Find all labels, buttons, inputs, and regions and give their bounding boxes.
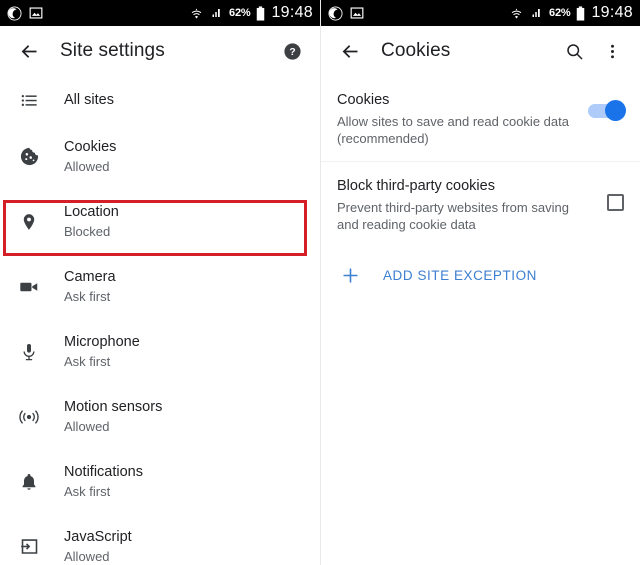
site-settings-appbar: Site settings ?: [0, 26, 320, 76]
block-third-party-heading: Block third-party cookies: [337, 178, 495, 194]
clock-label: 19:48: [591, 4, 633, 21]
row-label: Notifications: [64, 463, 143, 480]
svg-text:?: ?: [289, 47, 295, 58]
block-third-party-text: Block third-party cookies Prevent third-…: [337, 176, 607, 233]
page-title: Site settings: [60, 40, 165, 61]
sidebar-item-location[interactable]: Location Blocked: [0, 189, 320, 254]
page-title: Cookies: [381, 40, 451, 61]
screenshot-icon: [29, 7, 43, 19]
row-label: Microphone: [64, 333, 140, 350]
row-label: All sites: [64, 91, 114, 108]
location-pin-icon: [14, 212, 44, 232]
overflow-menu-button[interactable]: [596, 35, 628, 67]
camera-icon: [14, 276, 44, 298]
help-icon: ?: [283, 42, 301, 60]
dual-screenshot-container: 62% 19:48 Site settings ? All sites Cook…: [0, 0, 640, 565]
search-button[interactable]: [558, 35, 590, 67]
row-text: Location Blocked: [64, 203, 119, 241]
add-site-exception-label: ADD SITE EXCEPTION: [383, 267, 537, 283]
row-status: Ask first: [64, 288, 111, 304]
sidebar-item-microphone[interactable]: Microphone Ask first: [0, 319, 320, 384]
cookies-toggle-section[interactable]: Cookies Allow sites to save and read coo…: [321, 76, 640, 161]
cell-signal-icon: [212, 9, 220, 17]
cookies-settings-screen: 62% 19:48 Cookies Cookies Allow sites to…: [320, 0, 640, 565]
sidebar-item-motion-sensors[interactable]: Motion sensors Allowed: [0, 384, 320, 449]
battery-icon: [257, 5, 265, 21]
more-vertical-icon: [610, 44, 614, 58]
row-text: Microphone Ask first: [64, 333, 140, 371]
sidebar-item-cookies[interactable]: Cookies Allowed: [0, 124, 320, 189]
row-status: Ask first: [64, 483, 111, 499]
status-bar-right-icons: 62% 19:48: [509, 4, 633, 22]
row-text: JavaScript Allowed: [64, 528, 132, 565]
do-not-disturb-moon-icon: [328, 6, 343, 20]
cell-signal-icon: [532, 9, 540, 17]
motion-sensor-icon: [14, 406, 44, 428]
list-icon: [14, 91, 44, 110]
row-text: All sites: [64, 91, 114, 110]
javascript-icon: [14, 536, 44, 557]
microphone-icon: [14, 342, 44, 362]
back-arrow-icon: [21, 44, 36, 58]
back-button[interactable]: [333, 34, 367, 68]
row-label: Location: [64, 203, 119, 220]
toggle-knob: [605, 100, 626, 121]
status-bar: 62% 19:48: [321, 0, 640, 26]
search-icon: [566, 43, 582, 59]
row-label: Cookies: [64, 138, 117, 155]
row-text: Motion sensors Allowed: [64, 398, 162, 436]
row-label: Camera: [64, 268, 116, 285]
clock-label: 19:48: [271, 4, 313, 21]
row-status: Blocked: [64, 223, 111, 239]
row-status: Allowed: [64, 548, 110, 564]
back-button[interactable]: [12, 34, 46, 68]
screenshot-icon: [350, 7, 364, 19]
sidebar-item-camera[interactable]: Camera Ask first: [0, 254, 320, 319]
block-third-party-description: Prevent third-party websites from saving…: [337, 200, 569, 232]
site-settings-screen: 62% 19:48 Site settings ? All sites Cook…: [0, 0, 320, 565]
cookies-appbar: Cookies: [321, 26, 640, 76]
row-label: Motion sensors: [64, 398, 163, 415]
battery-percent-label: 62%: [549, 7, 571, 19]
back-arrow-icon: [342, 44, 357, 58]
site-settings-list: All sites Cookies Allowed Location Block…: [0, 76, 320, 565]
plus-icon: [337, 266, 363, 285]
row-status: Allowed: [64, 158, 110, 174]
block-third-party-section[interactable]: Block third-party cookies Prevent third-…: [321, 162, 640, 247]
row-text: Notifications Ask first: [64, 463, 143, 501]
cookies-description: Allow sites to save and read cookie data…: [337, 114, 569, 146]
row-text: Camera Ask first: [64, 268, 116, 306]
status-bar-left-icons: [328, 6, 364, 21]
help-button[interactable]: ?: [276, 35, 308, 67]
cookies-toggle-text: Cookies Allow sites to save and read coo…: [337, 90, 588, 147]
wifi-icon: [511, 8, 522, 19]
cookie-icon: [14, 146, 44, 167]
sidebar-item-all-sites[interactable]: All sites: [0, 76, 320, 124]
cookies-heading: Cookies: [337, 92, 390, 108]
bell-icon: [14, 472, 44, 492]
sidebar-item-javascript[interactable]: JavaScript Allowed: [0, 514, 320, 565]
appbar-actions: ?: [276, 35, 308, 67]
add-site-exception-button[interactable]: ADD SITE EXCEPTION: [321, 253, 640, 297]
sidebar-item-notifications[interactable]: Notifications Ask first: [0, 449, 320, 514]
wifi-icon: [191, 8, 202, 19]
row-status: Allowed: [64, 418, 110, 434]
status-bar: 62% 19:48: [0, 0, 320, 26]
status-bar-right-icons: 62% 19:48: [189, 4, 313, 22]
row-label: JavaScript: [64, 528, 132, 545]
status-bar-left-icons: [7, 6, 43, 21]
do-not-disturb-moon-icon: [7, 6, 22, 20]
row-status: Ask first: [64, 353, 111, 369]
row-text: Cookies Allowed: [64, 138, 116, 176]
block-third-party-checkbox[interactable]: [607, 194, 624, 211]
appbar-actions: [558, 35, 628, 67]
battery-icon: [577, 5, 585, 21]
battery-percent-label: 62%: [229, 7, 251, 19]
cookies-toggle-switch[interactable]: [588, 100, 626, 121]
